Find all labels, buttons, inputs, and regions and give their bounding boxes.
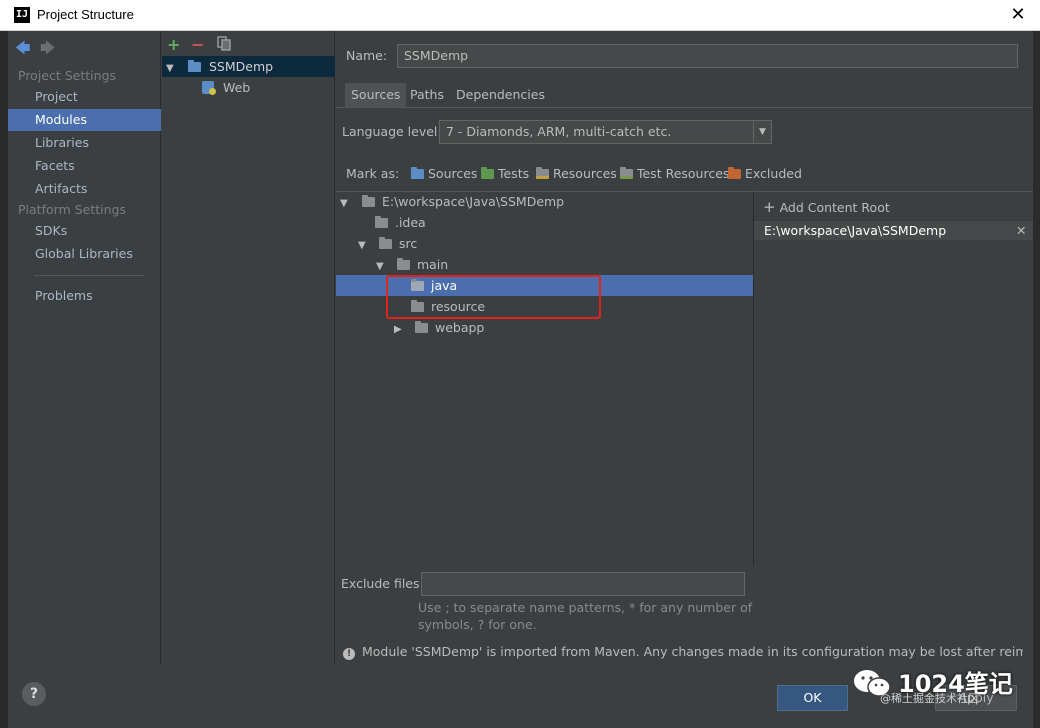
tree-item-java[interactable]: java: [336, 275, 753, 296]
mark-as-tests-button[interactable]: Tests: [481, 166, 529, 181]
module-label: Web: [222, 80, 251, 95]
background-editor-right: [1033, 30, 1040, 728]
mark-as-resources-label: Resources: [552, 166, 617, 181]
window-close-button[interactable]: ✕: [1008, 4, 1028, 26]
watermark-subtext: @稀土掘金技术社区: [880, 692, 979, 705]
expand-triangle-icon[interactable]: ▼: [376, 256, 388, 277]
tab-paths[interactable]: Paths: [404, 83, 450, 107]
folder-icon: [378, 237, 392, 249]
tree-item-src[interactable]: ▼ src: [336, 233, 753, 254]
back-arrow-icon[interactable]: 🡄: [15, 38, 31, 63]
tree-item-label: main: [416, 257, 449, 272]
language-level-label: Language level:: [342, 124, 442, 139]
tree-item-label: .idea: [394, 215, 426, 230]
window-title: Project Structure: [37, 7, 134, 22]
add-content-root-label: Add Content Root: [779, 200, 890, 215]
tab-sources[interactable]: Sources: [345, 83, 407, 107]
folder-icon: [396, 258, 410, 270]
module-name-field[interactable]: SSMDemp: [397, 44, 1018, 68]
modules-list-panel: [162, 31, 335, 664]
sidebar-item-facets[interactable]: Facets: [8, 155, 161, 177]
test-resources-folder-icon: [620, 167, 633, 179]
module-item-ssmdemp[interactable]: ▼ SSMDemp: [162, 56, 335, 77]
expand-triangle-icon[interactable]: ▼: [340, 193, 352, 214]
info-message-text: Module 'SSMDemp' is imported from Maven.…: [361, 644, 1023, 659]
excluded-folder-icon: [728, 167, 741, 179]
sidebar-item-project[interactable]: Project: [8, 86, 161, 108]
module-label: SSMDemp: [208, 59, 274, 74]
window-titlebar: [0, 0, 1040, 31]
forward-arrow-icon[interactable]: 🡆: [40, 38, 56, 63]
add-content-root-button[interactable]: + Add Content Root: [763, 198, 890, 216]
add-module-button[interactable]: +: [167, 35, 180, 54]
language-level-value: 7 - Diamonds, ARM, multi-catch etc.: [446, 124, 672, 139]
tree-item-label: E:\workspace\Java\SSMDemp: [381, 194, 565, 209]
help-button[interactable]: ?: [22, 682, 46, 706]
web-facet-icon: [202, 81, 216, 95]
exclude-hint-line1: Use ; to separate name patterns, * for a…: [418, 600, 753, 615]
tab-bar-divider: [336, 107, 1033, 108]
mark-as-resources-button[interactable]: Resources: [536, 166, 617, 181]
tab-dependencies[interactable]: Dependencies: [450, 83, 551, 107]
mark-as-test-resources-label: Test Resources: [636, 166, 730, 181]
tree-item-label: src: [398, 236, 418, 251]
copy-module-icon[interactable]: [217, 36, 231, 51]
exclude-files-input[interactable]: [421, 572, 745, 596]
module-folder-icon: [187, 60, 201, 72]
tests-folder-icon: [481, 167, 494, 179]
exclude-files-label: Exclude files:: [341, 576, 424, 591]
resources-folder-icon: [536, 167, 549, 179]
chevron-down-icon: ▼: [753, 121, 771, 143]
intellij-app-icon: IJ: [14, 7, 30, 23]
info-icon: !: [343, 648, 355, 660]
mark-as-label: Mark as:: [346, 166, 400, 181]
mark-as-tests-label: Tests: [497, 166, 530, 181]
exclude-hint-line2: symbols, ? for one.: [418, 617, 537, 632]
sidebar-divider: [34, 275, 144, 276]
tree-item-label: resource: [430, 299, 486, 314]
background-editor-left: [0, 30, 8, 728]
module-item-web[interactable]: Web: [162, 77, 335, 98]
tree-item-label: webapp: [434, 320, 485, 335]
sidebar-item-problems[interactable]: Problems: [8, 285, 161, 307]
content-root-path: E:\workspace\Java\SSMDemp: [764, 223, 947, 238]
project-settings-header: Project Settings: [18, 68, 117, 83]
name-label: Name:: [346, 48, 388, 63]
sidebar-item-artifacts[interactable]: Artifacts: [8, 178, 161, 200]
sidebar-item-modules[interactable]: Modules: [8, 109, 161, 131]
mark-as-excluded-label: Excluded: [744, 166, 802, 181]
mark-as-test-resources-button[interactable]: Test Resources: [620, 166, 729, 181]
tree-item-main[interactable]: ▼ main: [336, 254, 753, 275]
remove-content-root-icon[interactable]: ✕: [1016, 221, 1026, 240]
tree-item-webapp[interactable]: ▶ webapp: [336, 317, 753, 338]
tree-item-resource[interactable]: resource: [336, 296, 753, 317]
maven-info-message: ! Module 'SSMDemp' is imported from Mave…: [343, 644, 1023, 660]
plus-icon: +: [763, 198, 776, 216]
folder-icon: [411, 300, 424, 312]
sidebar-item-global-libraries[interactable]: Global Libraries: [8, 243, 161, 265]
mark-as-excluded-button[interactable]: Excluded: [728, 166, 802, 181]
expand-triangle-icon[interactable]: ▼: [358, 235, 370, 256]
collapsed-triangle-icon[interactable]: ▶: [394, 319, 406, 340]
language-level-select[interactable]: 7 - Diamonds, ARM, multi-catch etc. ▼: [439, 120, 772, 144]
folder-icon: [361, 195, 375, 207]
expand-triangle-icon[interactable]: ▼: [166, 58, 178, 79]
folder-icon: [375, 216, 388, 228]
content-root-entry[interactable]: E:\workspace\Java\SSMDemp: [754, 221, 1033, 240]
sidebar-item-libraries[interactable]: Libraries: [8, 132, 161, 154]
platform-settings-header: Platform Settings: [18, 202, 126, 217]
sidebar-item-sdks[interactable]: SDKs: [8, 220, 161, 242]
sources-folder-icon: [411, 167, 424, 179]
tree-item-root[interactable]: ▼ E:\workspace\Java\SSMDemp: [336, 191, 753, 212]
folder-icon: [411, 279, 424, 291]
tree-item-label: java: [430, 278, 458, 293]
mark-as-sources-button[interactable]: Sources: [411, 166, 477, 181]
tree-item-idea[interactable]: .idea: [336, 212, 753, 233]
folder-icon: [414, 321, 428, 333]
content-roots-panel: [754, 191, 1033, 636]
ok-button[interactable]: OK: [777, 685, 848, 711]
remove-module-button[interactable]: −: [191, 35, 204, 54]
mark-as-sources-label: Sources: [427, 166, 478, 181]
